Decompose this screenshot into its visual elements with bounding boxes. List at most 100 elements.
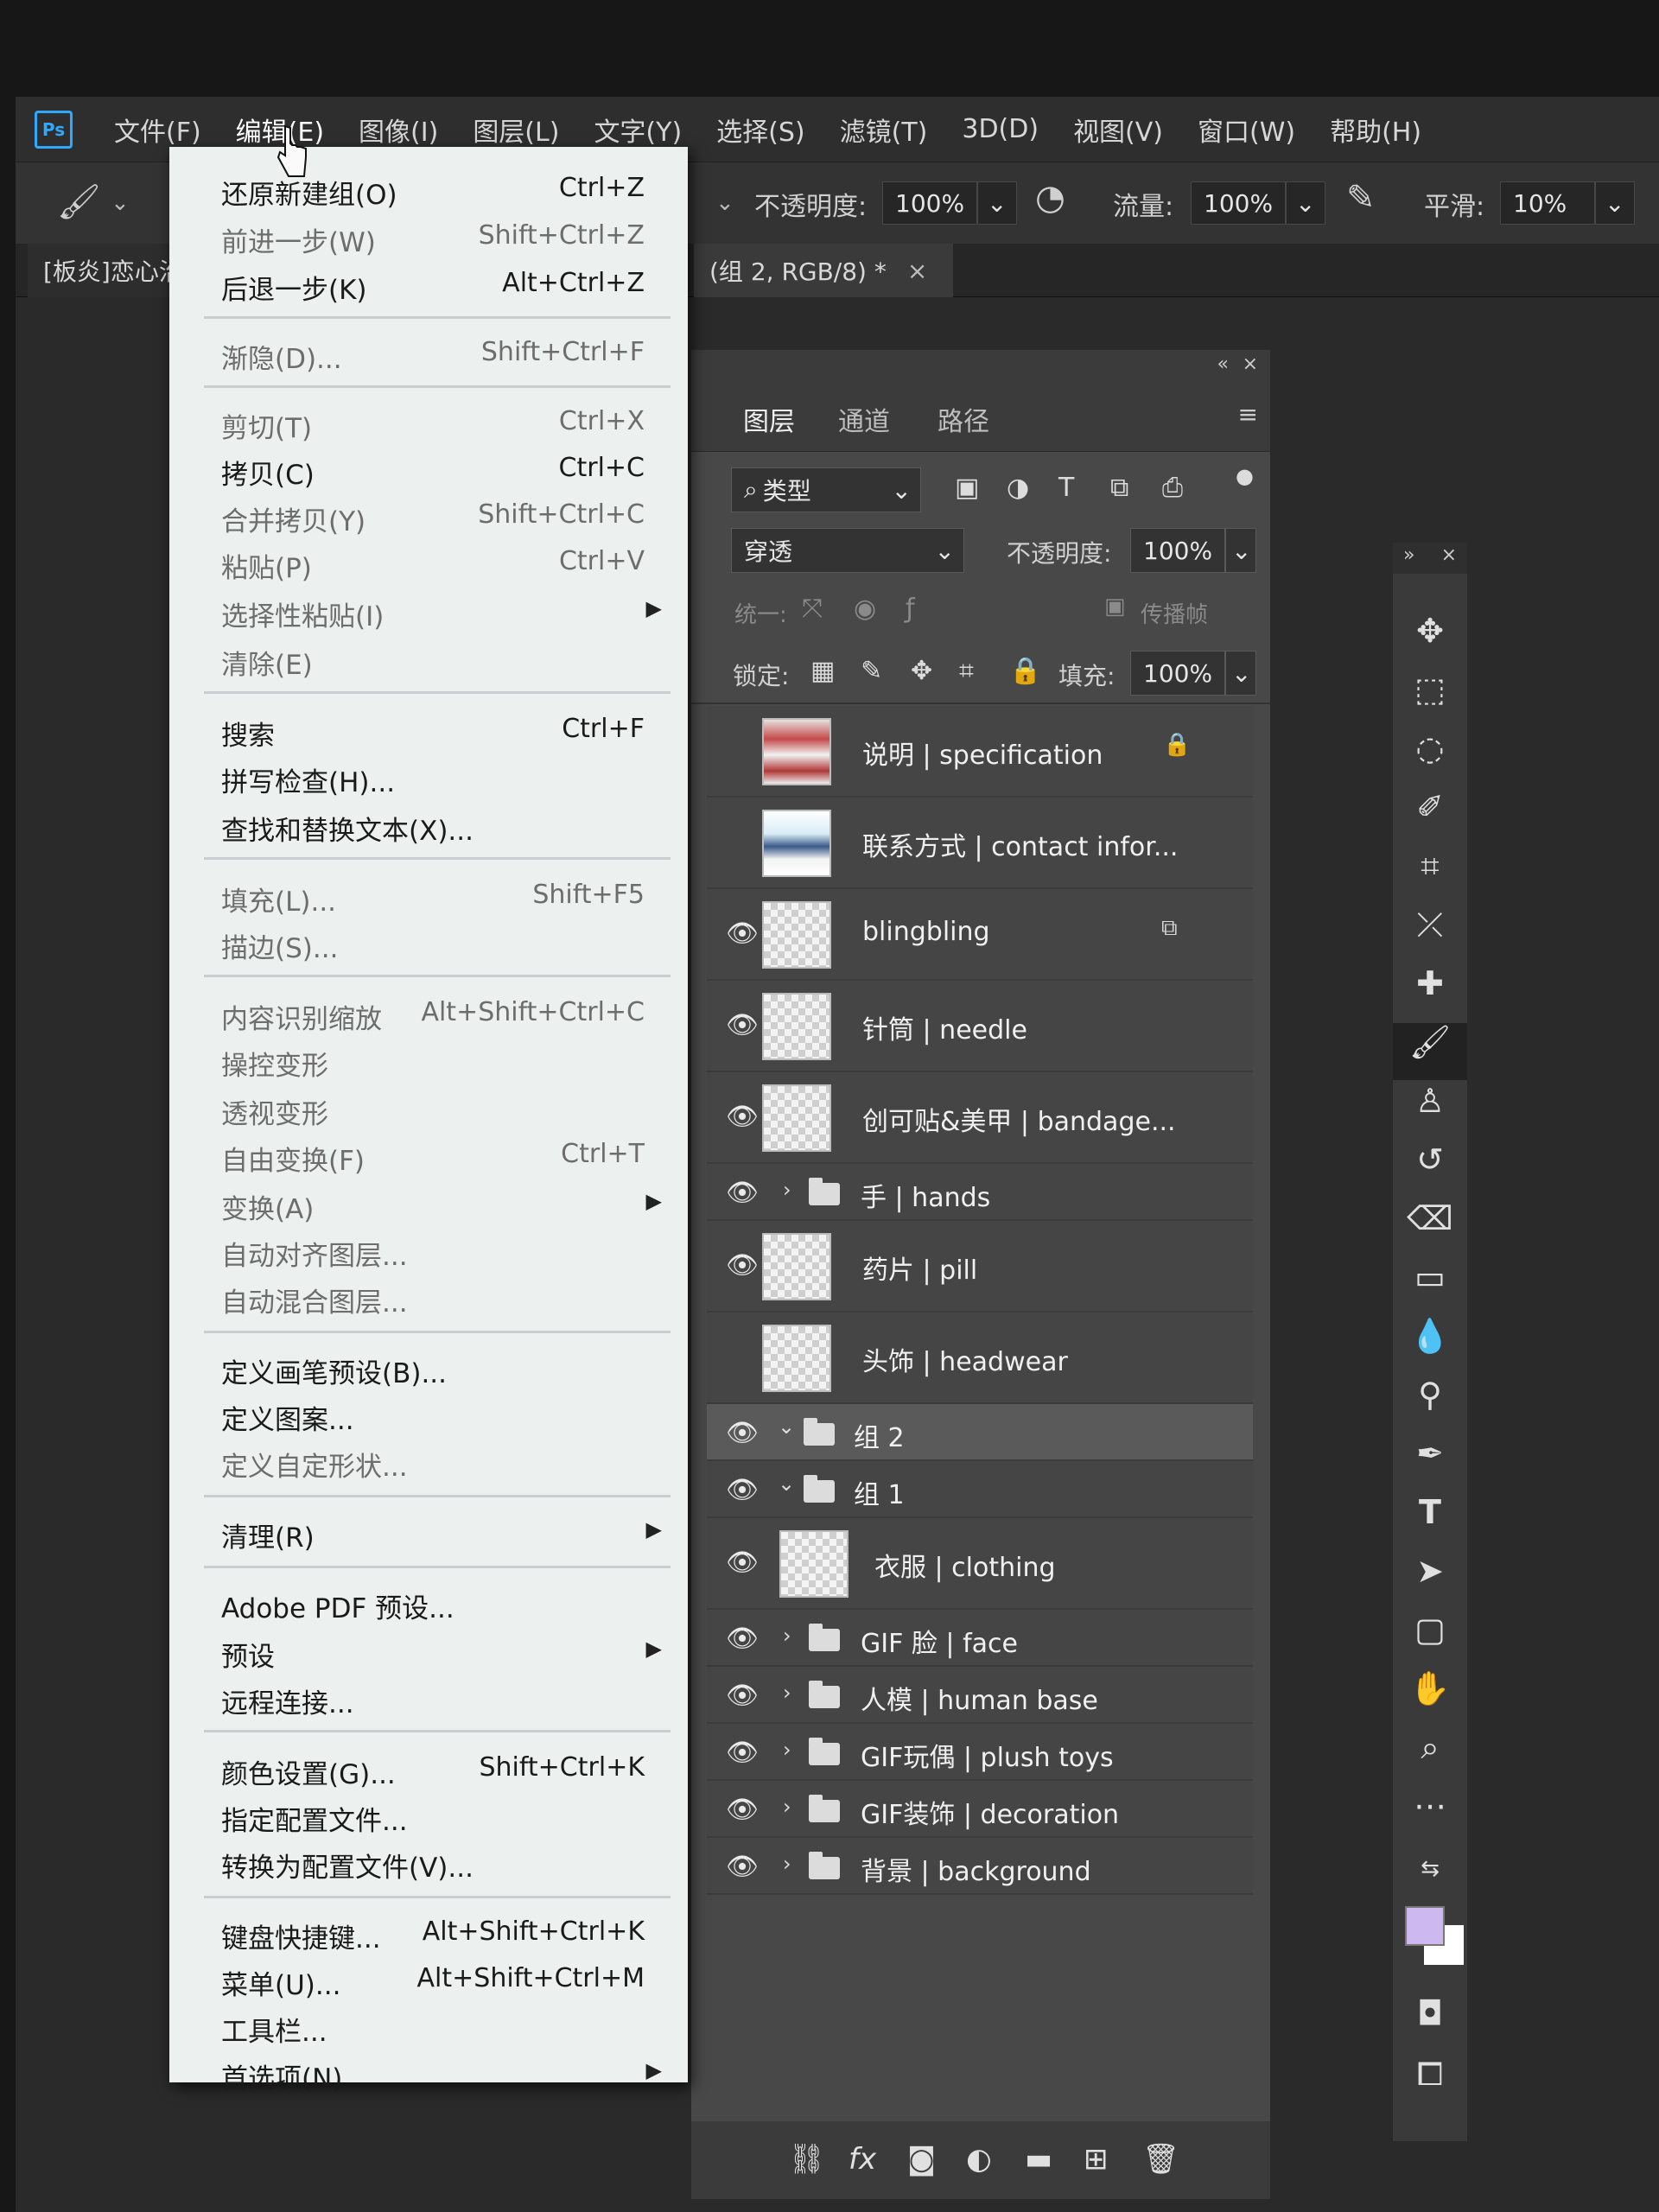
layer-opacity-dropdown[interactable]: ⌄ xyxy=(1225,528,1256,573)
edit-menu-item[interactable]: 预设 ▶ xyxy=(169,1628,688,1675)
blend-mode-select[interactable]: 穿透 ⌄ xyxy=(731,528,964,573)
swap-colors-icon[interactable]: ⇆ xyxy=(1393,1856,1467,1882)
stamp-icon[interactable]: ♙ xyxy=(1393,1082,1467,1120)
edit-menu-item[interactable]: 变换(A) ▶ xyxy=(169,1180,688,1227)
adjustment-layer-icon[interactable]: ◐ xyxy=(966,2142,992,2177)
edit-menu-item[interactable]: 指定配置文件... xyxy=(169,1792,688,1839)
group-row[interactable]: 👁 › GIF装饰 | decoration xyxy=(707,1781,1253,1838)
screen-mode-icon[interactable]: ⧠ xyxy=(1393,2055,1467,2094)
path-select-icon[interactable]: ➤ xyxy=(1393,1552,1467,1590)
chevron-down-icon[interactable]: ⌄ xyxy=(715,190,734,216)
tab-layers[interactable]: 图层 xyxy=(743,400,795,438)
panel-menu-icon[interactable]: ≡ xyxy=(1238,400,1258,429)
smart-object-filter-icon[interactable]: ⎙ xyxy=(1162,473,1183,503)
menu-layer[interactable]: 图层(L) xyxy=(473,111,559,149)
dodge-icon[interactable]: ⚲ xyxy=(1393,1376,1467,1414)
layer-opacity-input[interactable]: 100% xyxy=(1130,528,1225,573)
group-row-selected[interactable]: 👁 ⌄ 组 2 xyxy=(707,1404,1253,1461)
tab-channels[interactable]: 通道 xyxy=(838,400,890,438)
edit-menu-item[interactable]: 定义画笔预设(B)... xyxy=(169,1344,688,1391)
menu-view[interactable]: 视图(V) xyxy=(1073,111,1163,149)
edit-menu-item[interactable]: 远程连接... xyxy=(169,1675,688,1721)
expand-icon[interactable]: » xyxy=(1403,544,1414,566)
visibility-eye-icon[interactable]: 👁 xyxy=(726,1178,759,1208)
group-row[interactable]: 👁 › 手 | hands xyxy=(707,1164,1253,1221)
fx-icon[interactable]: fx xyxy=(849,2142,876,2177)
visibility-eye-icon[interactable]: 👁 xyxy=(726,1102,759,1132)
edit-menu-item[interactable]: 前进一步(W) Shift+Ctrl+Z xyxy=(169,213,688,260)
fill-input[interactable]: 100% xyxy=(1130,651,1225,696)
layer-filter-kind[interactable]: ⌕ 类型 ⌄ xyxy=(731,467,921,512)
edit-menu-item[interactable]: 自动对齐图层... xyxy=(169,1227,688,1274)
airbrush-icon[interactable]: ✎ xyxy=(1346,178,1376,218)
menu-window[interactable]: 窗口(W) xyxy=(1198,111,1295,149)
layer-row[interactable]: 👁 针筒 | needle xyxy=(707,981,1253,1072)
edit-menu-item[interactable]: 颜色设置(G)... Shift+Ctrl+K xyxy=(169,1745,688,1792)
document-tab-active[interactable]: (组 2, RGB/8) * × xyxy=(694,244,953,297)
link-layers-icon[interactable]: ⛓ xyxy=(788,2142,825,2177)
edit-menu-item[interactable]: 首选项(N) ▶ xyxy=(169,2050,688,2096)
edit-menu-item[interactable]: 剪切(T) Ctrl+X xyxy=(169,399,688,446)
trash-icon[interactable]: 🗑 xyxy=(1142,2142,1179,2177)
layer-row[interactable]: 头饰 | headwear xyxy=(707,1313,1253,1404)
smoothing-dropdown[interactable]: ⌄ xyxy=(1595,181,1635,225)
edit-menu-item[interactable]: 菜单(U)... Alt+Shift+Ctrl+M xyxy=(169,1956,688,2003)
fill-dropdown[interactable]: ⌄ xyxy=(1225,651,1256,696)
visibility-eye-icon[interactable]: 👁 xyxy=(726,1795,759,1825)
group-row[interactable]: 👁 ⌄ 组 1 xyxy=(707,1461,1253,1518)
menu-file[interactable]: 文件(F) xyxy=(114,111,201,149)
lock-transparent-icon[interactable]: ▦ xyxy=(810,656,835,686)
edit-menu-item[interactable]: 拷贝(C) Ctrl+C xyxy=(169,446,688,493)
expand-arrow-icon[interactable]: › xyxy=(783,1178,791,1202)
zoom-icon[interactable]: ⌕ xyxy=(1393,1728,1467,1767)
adjustment-filter-icon[interactable]: ◑ xyxy=(1007,473,1029,503)
flow-input[interactable]: 100% xyxy=(1191,181,1286,225)
edit-menu-item[interactable]: 粘贴(P) Ctrl+V xyxy=(169,539,688,586)
group-row[interactable]: 👁 › GIF 脸 | face xyxy=(707,1610,1253,1667)
image-filter-icon[interactable]: ▣ xyxy=(955,473,979,503)
tab-paths[interactable]: 路径 xyxy=(938,400,989,438)
move-icon[interactable]: ✥ xyxy=(1393,612,1467,650)
edit-menu-item[interactable]: 拼写检查(H)... xyxy=(169,753,688,800)
foreground-color-swatch[interactable] xyxy=(1405,1906,1445,1946)
filter-toggle-icon[interactable]: ● xyxy=(1236,464,1254,488)
edit-menu-item[interactable]: 还原新建组(O) Ctrl+Z xyxy=(169,166,688,213)
edit-menu-item[interactable]: 键盘快捷键... Alt+Shift+Ctrl+K xyxy=(169,1910,688,1956)
edit-menu-item[interactable]: Adobe PDF 预设... xyxy=(169,1580,688,1626)
visibility-eye-icon[interactable]: 👁 xyxy=(726,1624,759,1654)
edit-menu-item[interactable]: 清理(R) ▶ xyxy=(169,1509,688,1555)
history-brush-icon[interactable]: ↺ xyxy=(1393,1141,1467,1179)
edit-menu-item[interactable]: 后退一步(K) Alt+Ctrl+Z xyxy=(169,261,688,308)
lock-pixels-icon[interactable]: ✎ xyxy=(861,656,882,686)
rectangle-icon[interactable]: ▢ xyxy=(1393,1611,1467,1649)
eyedropper-icon[interactable]: ⤫ xyxy=(1393,906,1467,944)
edit-menu-item[interactable]: 操控变形 xyxy=(169,1037,688,1084)
visibility-eye-icon[interactable]: 👁 xyxy=(726,1548,759,1578)
flow-dropdown[interactable]: ⌄ xyxy=(1286,181,1325,225)
chevron-down-icon[interactable]: ⌄ xyxy=(111,190,130,216)
brush-icon[interactable]: 🖌 xyxy=(1393,1023,1467,1080)
edit-menu-item[interactable]: 转换为配置文件(V)... xyxy=(169,1839,688,1885)
layer-row[interactable]: 👁 衣服 | clothing xyxy=(707,1518,1253,1610)
visibility-eye-icon[interactable]: 👁 xyxy=(726,1250,759,1281)
layer-row[interactable]: 👁 blingbling ⧉ xyxy=(707,889,1253,981)
propagate-checkbox[interactable]: ▣ xyxy=(1104,594,1126,620)
lasso-icon[interactable]: ◌ xyxy=(1393,729,1467,767)
edit-menu-item[interactable]: 选择性粘贴(I) ▶ xyxy=(169,588,688,634)
menu-filter[interactable]: 滤镜(T) xyxy=(840,111,928,149)
new-group-icon[interactable]: ▬ xyxy=(1025,2142,1052,2177)
blur-icon[interactable]: 💧 xyxy=(1393,1317,1467,1356)
menu-help[interactable]: 帮助(H) xyxy=(1330,111,1421,149)
visibility-eye-icon[interactable]: 👁 xyxy=(726,918,759,949)
opacity-input[interactable]: 100% xyxy=(882,181,977,225)
edit-menu-item[interactable]: 填充(L)... Shift+F5 xyxy=(169,873,688,919)
shape-filter-icon[interactable]: ⧉ xyxy=(1110,473,1128,503)
collapse-arrow-icon[interactable]: ⌄ xyxy=(778,1471,795,1496)
photoshop-logo[interactable]: Ps xyxy=(35,110,73,149)
unify-position-icon[interactable]: ⤧ xyxy=(802,594,823,624)
marquee-icon[interactable]: ⬚ xyxy=(1393,671,1467,709)
menu-select[interactable]: 选择(S) xyxy=(716,111,804,149)
lock-artboard-icon[interactable]: ⌗ xyxy=(959,656,974,686)
hand-icon[interactable]: ✋ xyxy=(1393,1669,1467,1708)
lock-all-icon[interactable]: 🔒 xyxy=(1009,656,1041,686)
